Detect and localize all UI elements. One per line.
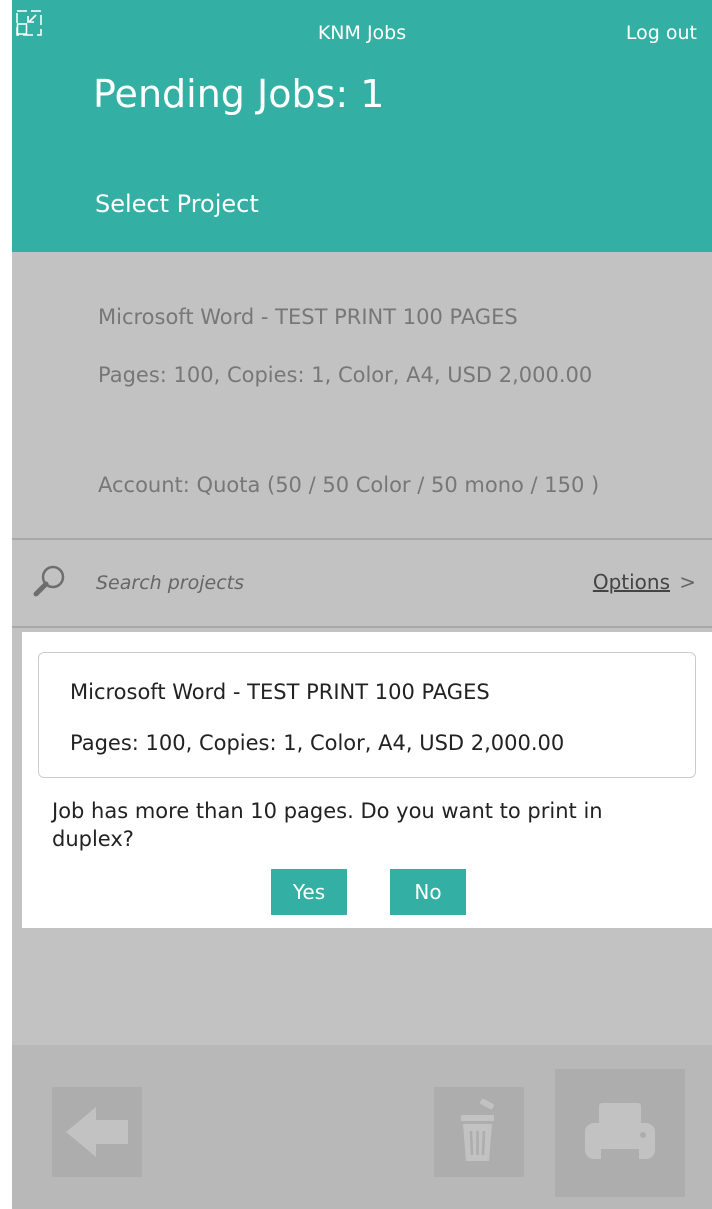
no-button[interactable]: No <box>390 869 466 915</box>
app-window: KNM Jobs Log out Pending Jobs: 1 Select … <box>12 0 712 1209</box>
header: KNM Jobs Log out Pending Jobs: 1 Select … <box>12 0 712 252</box>
delete-button[interactable] <box>434 1087 524 1177</box>
footer-toolbar <box>12 1045 712 1209</box>
app-title: KNM Jobs <box>317 22 407 44</box>
divider <box>12 626 712 628</box>
duplex-dialog: Microsoft Word - TEST PRINT 100 PAGES Pa… <box>22 632 712 928</box>
select-project-label[interactable]: Select Project <box>95 190 259 218</box>
yes-button[interactable]: Yes <box>271 869 347 915</box>
trash-icon <box>461 1098 494 1161</box>
dialog-job-details: Pages: 100, Copies: 1, Color, A4, USD 2,… <box>70 731 565 755</box>
search-input[interactable] <box>96 566 496 600</box>
print-button[interactable] <box>555 1069 685 1197</box>
dialog-job-title: Microsoft Word - TEST PRINT 100 PAGES <box>70 680 490 704</box>
job-summary-title: Microsoft Word - TEST PRINT 100 PAGES <box>98 305 518 329</box>
back-button[interactable] <box>52 1087 142 1177</box>
search-icon <box>33 565 65 597</box>
job-summary-details: Pages: 100, Copies: 1, Color, A4, USD 2,… <box>98 363 593 387</box>
printer-icon <box>585 1103 655 1159</box>
search-bar: Options > <box>12 540 712 626</box>
page-title: Pending Jobs: 1 <box>93 72 385 116</box>
options-link[interactable]: Options <box>593 570 670 594</box>
job-summary: Microsoft Word - TEST PRINT 100 PAGES Pa… <box>12 252 712 538</box>
logout-link[interactable]: Log out <box>626 22 697 44</box>
job-summary-account: Account: Quota (50 / 50 Color / 50 mono … <box>98 473 600 497</box>
back-arrow-icon <box>66 1107 128 1157</box>
chevron-right-icon: > <box>679 570 696 594</box>
dialog-question: Job has more than 10 pages. Do you want … <box>52 799 603 851</box>
dialog-job-card: Microsoft Word - TEST PRINT 100 PAGES Pa… <box>38 652 696 778</box>
